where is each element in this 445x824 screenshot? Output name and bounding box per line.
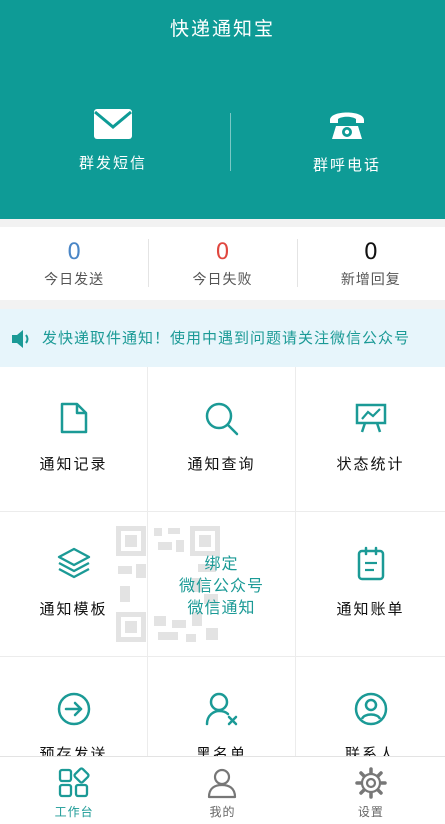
grid-item-label: 通知账单 (336, 600, 405, 618)
qr-text-line2: 微信公众号 (178, 576, 264, 595)
nav-label-settings: 设置 (357, 805, 384, 819)
grid-item-notification-records[interactable]: 通知记录 (0, 367, 148, 512)
speaker-icon (12, 330, 29, 348)
contact-icon (354, 692, 387, 726)
grid-item-notification-bill[interactable]: 通知账单 (296, 512, 445, 657)
nav-tab-settings[interactable]: 设置 (297, 757, 445, 824)
notice-text: 发快递取件通知！使用中遇到问题请关注微信公众号 (42, 329, 411, 347)
grid-item-contacts[interactable]: 联系人 (296, 657, 445, 756)
daily-stats: 0 今日发送 0 今日失败 0 新增回复 (0, 227, 445, 300)
grid-item-label: 状态统计 (336, 455, 405, 473)
mass-sms-label: 群发短信 (78, 154, 147, 172)
grid-item-notification-query[interactable]: 通知查询 (148, 367, 296, 512)
nav-label-workbench: 工作台 (54, 805, 94, 819)
stat-failed-label: 今日失败 (192, 272, 253, 288)
bottom-nav: 工作台 我的 设置 (0, 756, 445, 824)
qr-text-line3: 微信通知 (187, 598, 256, 617)
stat-replies[interactable]: 0 新增回复 (296, 227, 445, 300)
search-icon (205, 402, 238, 436)
grid-item-label: 预存发送 (39, 745, 108, 756)
feature-grid: 通知记录 通知查询 状态统计 通知模板 绑定 微信公众号 微信通知 通知账单 预… (0, 367, 445, 756)
telephone-icon (330, 112, 364, 139)
grid-item-blacklist[interactable]: 黑名单 (148, 657, 296, 756)
nav-tab-mine[interactable]: 我的 (148, 757, 296, 824)
grid-item-label: 黑名单 (195, 745, 247, 756)
grid-item-label: 通知记录 (39, 455, 108, 473)
mass-call-label: 群呼电话 (312, 156, 381, 174)
grid-item-label: 联系人 (344, 745, 396, 756)
app-title: 快递通知宝 (169, 18, 275, 40)
grid-item-status-stats[interactable]: 状态统计 (296, 367, 445, 512)
stat-sent-label: 今日发送 (44, 272, 105, 288)
stat-failed-value: 0 (215, 240, 230, 265)
document-icon (60, 402, 87, 434)
stat-replies-label: 新增回复 (340, 272, 401, 288)
layers-icon (57, 547, 90, 579)
arrow-circle-icon (57, 692, 90, 726)
user-icon (208, 768, 237, 799)
workbench-icon (59, 767, 90, 798)
grid-item-prestore-send[interactable]: 预存发送 (0, 657, 148, 756)
mass-call-button[interactable]: 群呼电话 (252, 108, 442, 188)
stat-sent-value: 0 (67, 240, 82, 265)
wechat-bind-qr[interactable]: 绑定 微信公众号 微信通知 (116, 512, 296, 657)
qr-text-line1: 绑定 (204, 554, 239, 573)
stat-failed[interactable]: 0 今日失败 (148, 227, 296, 300)
stat-replies-value: 0 (363, 240, 378, 265)
grid-item-label: 通知查询 (187, 455, 256, 473)
clipboard-icon (357, 546, 384, 581)
mass-sms-button[interactable]: 群发短信 (18, 108, 208, 188)
gear-icon (355, 767, 387, 799)
app-header: 快递通知宝 群发短信 群呼电话 (0, 0, 445, 219)
hero-divider (230, 113, 231, 171)
chart-board-icon (355, 403, 386, 433)
nav-label-mine: 我的 (209, 805, 236, 819)
user-block-icon (205, 692, 237, 726)
envelope-icon (94, 109, 132, 139)
stat-sent[interactable]: 0 今日发送 (0, 227, 148, 300)
nav-tab-workbench[interactable]: 工作台 (0, 757, 148, 824)
notice-bar[interactable]: 发快递取件通知！使用中遇到问题请关注微信公众号 (0, 309, 445, 367)
